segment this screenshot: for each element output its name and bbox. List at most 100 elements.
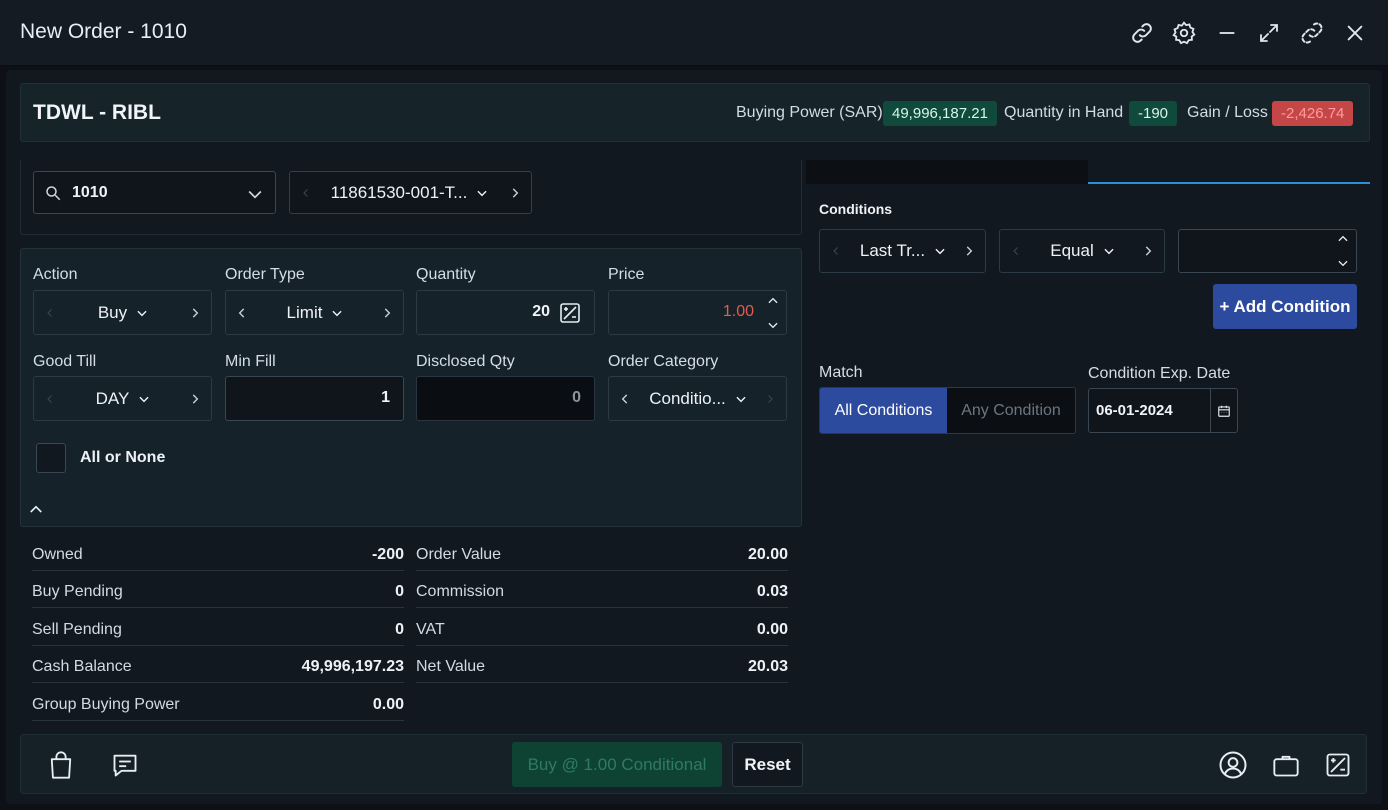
good-till-label: Good Till <box>33 353 97 370</box>
chevron-right-icon[interactable] <box>181 377 209 420</box>
condition-operator-select[interactable]: Equal <box>999 229 1165 273</box>
chevron-left-icon[interactable] <box>1002 230 1030 272</box>
condition-field-select[interactable]: Last Tr... <box>819 229 986 273</box>
add-condition-button[interactable]: + Add Condition <box>1213 284 1357 329</box>
summary-value: 0.00 <box>756 621 788 638</box>
summary-divider <box>32 645 404 646</box>
condition-exp-label: Condition Exp. Date <box>1088 365 1231 382</box>
condition-value-input[interactable] <box>1178 229 1357 273</box>
all-or-none-checkbox[interactable] <box>36 443 66 473</box>
summary-divider <box>32 682 404 683</box>
order-type-select[interactable]: Limit <box>225 290 404 335</box>
chevron-left-icon[interactable] <box>36 377 64 420</box>
min-fill-input[interactable]: 1 <box>225 376 404 421</box>
action-select[interactable]: Buy <box>33 290 212 335</box>
order-type-value: Limit <box>286 302 323 322</box>
shopping-bag-icon[interactable] <box>44 748 78 782</box>
condition-field-value: Last Tr... <box>859 241 926 260</box>
summary-label: Cash Balance <box>32 658 132 675</box>
chevron-left-icon[interactable] <box>292 172 320 213</box>
summary-value: 49,996,197.23 <box>301 658 404 675</box>
good-till-select[interactable]: DAY <box>33 376 212 421</box>
match-all-option[interactable]: All Conditions <box>820 388 947 433</box>
summary-value: -200 <box>371 546 404 563</box>
all-or-none-label: All or None <box>80 449 166 466</box>
calculator-icon[interactable] <box>1321 748 1355 782</box>
summary-divider <box>32 570 404 571</box>
quantity-input[interactable]: 20 <box>416 290 595 335</box>
tab-order-details[interactable] <box>806 160 1088 184</box>
message-icon[interactable] <box>108 748 142 782</box>
stepper-up-icon[interactable] <box>766 294 780 308</box>
stepper-down-icon[interactable] <box>766 318 780 332</box>
match-label: Match <box>819 364 863 381</box>
summary-value: 20.00 <box>747 546 788 563</box>
chevron-right-icon[interactable] <box>1134 230 1162 272</box>
summary-value: 0 <box>395 583 404 600</box>
chevron-right-icon[interactable] <box>501 172 529 213</box>
min-fill-label: Min Fill <box>225 353 276 370</box>
calendar-icon[interactable] <box>1210 389 1237 432</box>
chevron-right-icon[interactable] <box>373 291 401 334</box>
summary-label: Group Buying Power <box>32 696 180 713</box>
order-category-label: Order Category <box>608 353 719 370</box>
chevron-left-icon[interactable] <box>228 291 256 334</box>
summary-divider <box>32 720 404 721</box>
conditions-heading: Conditions <box>819 201 893 217</box>
summary-divider <box>416 607 788 608</box>
qty-in-hand-label: Quantity in Hand <box>1004 104 1124 121</box>
summary-divider <box>416 645 788 646</box>
stepper-down-icon[interactable] <box>1336 256 1350 270</box>
chevron-down-icon <box>933 244 947 258</box>
unlink-icon[interactable] <box>1297 18 1327 48</box>
user-icon[interactable] <box>1216 748 1250 782</box>
chevron-right-icon[interactable] <box>756 377 784 420</box>
reset-button[interactable]: Reset <box>732 742 803 787</box>
briefcase-icon[interactable] <box>1269 748 1303 782</box>
price-input[interactable]: 1.00 <box>608 290 787 335</box>
summary-label: Sell Pending <box>32 621 122 638</box>
submit-order-button[interactable]: Buy @ 1.00 Conditional <box>512 742 722 787</box>
chevron-down-icon[interactable] <box>245 184 265 204</box>
chevron-left-icon[interactable] <box>822 230 850 272</box>
quantity-value: 20 <box>532 303 550 320</box>
portfolio-select[interactable]: 11861530-001-T... <box>289 171 532 214</box>
chevron-left-icon[interactable] <box>611 377 639 420</box>
account-search-input[interactable]: 1010 <box>33 171 276 214</box>
close-icon[interactable] <box>1340 18 1370 48</box>
chevron-left-icon[interactable] <box>36 291 64 334</box>
stepper-up-icon[interactable] <box>1336 232 1350 246</box>
qty-in-hand-value: -190 <box>1129 101 1178 126</box>
gear-icon[interactable] <box>1169 18 1199 48</box>
summary-label: VAT <box>416 621 445 638</box>
match-any-option[interactable]: Any Condition <box>947 388 1075 433</box>
order-category-select[interactable]: Conditio... <box>608 376 787 421</box>
disclosed-qty-input[interactable]: 0 <box>416 376 595 421</box>
gain-loss-value: -2,426.74 <box>1272 101 1354 126</box>
disclosed-qty-value: 0 <box>572 389 581 406</box>
minimize-icon[interactable] <box>1212 18 1242 48</box>
search-icon <box>44 184 62 202</box>
order-type-label: Order Type <box>225 266 305 283</box>
condition-exp-date-value: 06-01-2024 <box>1096 402 1173 419</box>
maximize-icon[interactable] <box>1254 18 1284 48</box>
collapse-icon[interactable] <box>26 500 46 518</box>
summary-divider <box>416 570 788 571</box>
link-icon[interactable] <box>1127 18 1157 48</box>
chevron-right-icon[interactable] <box>955 230 983 272</box>
summary-label: Owned <box>32 546 83 563</box>
summary-value: 0.03 <box>756 583 788 600</box>
chevron-down-icon <box>330 306 344 320</box>
chevron-down-icon <box>734 392 748 406</box>
price-label: Price <box>608 266 645 283</box>
condition-exp-date-input[interactable]: 06-01-2024 <box>1088 388 1238 433</box>
buying-power-value: 49,996,187.21 <box>883 101 997 126</box>
summary-divider <box>416 682 788 683</box>
calculator-icon[interactable] <box>558 301 582 325</box>
order-category-value: Conditio... <box>649 388 726 408</box>
summary-label: Net Value <box>416 658 486 675</box>
summary-divider <box>32 607 404 608</box>
chevron-right-icon[interactable] <box>181 291 209 334</box>
condition-operator-value: Equal <box>1050 241 1094 260</box>
disclosed-qty-label: Disclosed Qty <box>416 353 515 370</box>
